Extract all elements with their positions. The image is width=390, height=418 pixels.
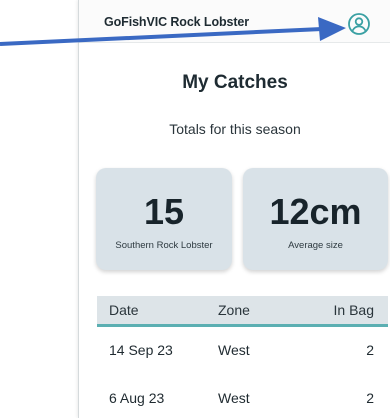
- cell-in-bag: 2: [366, 390, 374, 406]
- cell-zone: West: [218, 342, 250, 358]
- cell-in-bag: 2: [366, 342, 374, 358]
- cell-date: 6 Aug 23: [109, 390, 165, 406]
- app-screen: GoFishVIC Rock Lobster My Catches Totals…: [78, 0, 390, 418]
- page-title: My Catches: [182, 72, 288, 93]
- cell-date: 14 Sep 23: [109, 342, 173, 358]
- stat-label: Southern Rock Lobster: [115, 240, 213, 251]
- stat-label: Average size: [288, 240, 343, 251]
- stat-card-total-catch: 15 Southern Rock Lobster: [96, 168, 232, 270]
- table-row[interactable]: 14 Sep 23 West 2: [97, 336, 388, 366]
- account-button[interactable]: [347, 12, 371, 36]
- column-header-date[interactable]: Date: [109, 302, 139, 318]
- catch-table-header: Date Zone In Bag: [97, 296, 388, 327]
- column-header-zone[interactable]: Zone: [218, 302, 250, 318]
- stat-card-average-size: 12cm Average size: [243, 168, 388, 270]
- app-title: GoFishVIC Rock Lobster: [104, 15, 250, 29]
- column-header-in-bag[interactable]: In Bag: [334, 302, 374, 318]
- season-subtitle: Totals for this season: [169, 121, 301, 137]
- cell-zone: West: [218, 390, 250, 406]
- app-header: GoFishVIC Rock Lobster: [79, 0, 390, 43]
- user-circle-icon: [348, 13, 370, 35]
- table-row[interactable]: 6 Aug 23 West 2: [97, 384, 388, 414]
- stat-value: 15: [143, 191, 185, 232]
- stat-value: 12cm: [269, 191, 362, 232]
